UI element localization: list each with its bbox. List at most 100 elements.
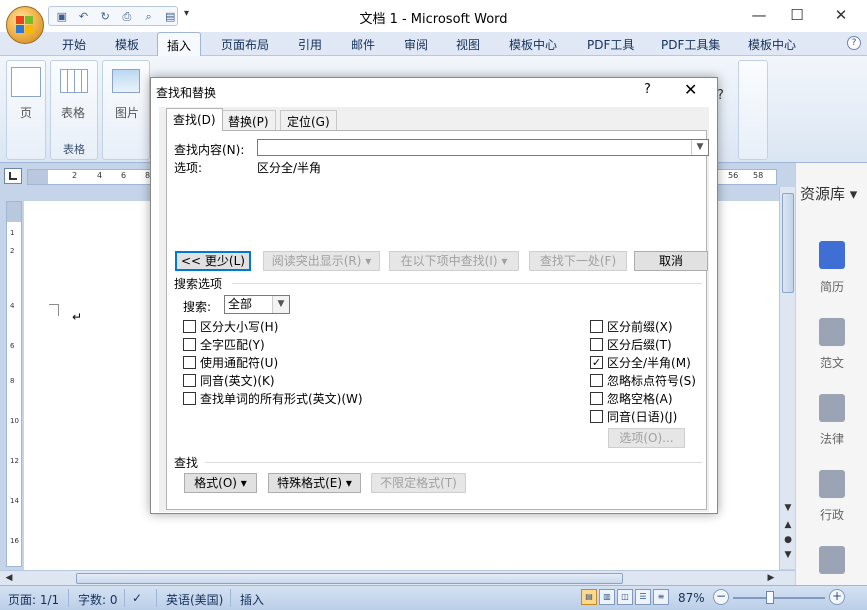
ruler-number: 1 xyxy=(10,229,15,237)
status-page[interactable]: 页面: 1/1 xyxy=(8,591,59,608)
tab-goto[interactable]: 定位(G) xyxy=(280,110,337,130)
tab-mailings[interactable]: 邮件 xyxy=(351,36,375,53)
less-button[interactable]: << 更少(L) xyxy=(175,251,251,271)
tab-selector[interactable] xyxy=(4,168,22,184)
find-what-field[interactable]: ▼ xyxy=(257,139,709,156)
resource-item-sample[interactable]: 范文 xyxy=(796,354,867,371)
law-icon[interactable] xyxy=(819,394,845,422)
document-icon[interactable] xyxy=(819,546,845,574)
find-next-button[interactable]: 查找下一处(F) xyxy=(529,251,627,271)
ribbon-tabs: 开始 模板 插入 页面布局 引用 邮件 审阅 视图 模板中心 PDF工具 PDF… xyxy=(0,32,867,57)
zoom-level[interactable]: 87% xyxy=(678,591,705,605)
resource-item-resume[interactable]: 简历 xyxy=(796,278,867,295)
help-icon[interactable]: ? xyxy=(847,36,861,50)
minimize-button[interactable]: — xyxy=(744,5,774,25)
resource-panel-title[interactable]: 资源库 ▾ xyxy=(800,183,857,204)
draft-view-icon[interactable]: ≡ xyxy=(653,589,669,605)
tab-template[interactable]: 模板 xyxy=(115,36,139,53)
tab-page-layout[interactable]: 页面布局 xyxy=(221,36,269,53)
tab-home[interactable]: 开始 xyxy=(62,36,86,53)
horizontal-scroll-thumb[interactable] xyxy=(76,573,623,584)
ruler-number: 58 xyxy=(753,171,764,180)
zoom-in-icon[interactable]: + xyxy=(829,589,845,605)
find-in-button[interactable]: 在以下项中查找(I) ▾ xyxy=(389,251,519,271)
tab-pdf-toolset[interactable]: PDF工具集 xyxy=(661,36,720,53)
find-what-input[interactable] xyxy=(258,140,688,155)
picture-icon[interactable] xyxy=(112,69,140,93)
outline-view-icon[interactable]: ☰ xyxy=(635,589,651,605)
match-case-checkbox[interactable]: 区分大小写(H) xyxy=(183,318,278,334)
office-button[interactable] xyxy=(6,6,44,44)
tab-review[interactable]: 审阅 xyxy=(404,36,428,53)
options-button[interactable]: 选项(O)... xyxy=(608,428,685,448)
table-button-label[interactable]: 表格 xyxy=(61,104,85,121)
status-language[interactable]: 英语(美国) xyxy=(166,591,223,608)
full-screen-reading-icon[interactable]: ▥ xyxy=(599,589,615,605)
special-format-button[interactable]: 特殊格式(E) ▾ xyxy=(268,473,361,493)
browse-object-icon[interactable]: ● xyxy=(780,535,796,545)
sample-icon[interactable] xyxy=(819,318,845,346)
find-replace-dialog: 查找和替换 ? ✕ 查找(D) 替换(P) 定位(G) 查找内容(N): ▼ 选… xyxy=(150,77,718,514)
tab-find[interactable]: 查找(D) xyxy=(166,108,223,131)
tab-view[interactable]: 视图 xyxy=(456,36,480,53)
cover-page-icon[interactable] xyxy=(11,67,41,97)
resource-item-admin[interactable]: 行政 xyxy=(796,506,867,523)
all-word-forms-checkbox[interactable]: 查找单词的所有形式(英文)(W) xyxy=(183,390,363,406)
search-direction-select[interactable]: 全部 ▼ xyxy=(224,295,290,314)
scroll-right-icon[interactable]: ▶ xyxy=(764,571,778,586)
tab-insert[interactable]: 插入 xyxy=(157,32,202,57)
ruler-number: 14 xyxy=(10,497,19,505)
reading-highlight-button[interactable]: 阅读突出显示(R) ▾ xyxy=(263,251,380,271)
title-bar: ▣ ↶ ↻ ⎙ ⌕ ▤ ▾ 文档 1 - Microsoft Word — ☐ … xyxy=(0,0,867,32)
cancel-button[interactable]: 取消 xyxy=(634,251,708,271)
close-button[interactable]: ✕ xyxy=(826,5,856,25)
print-layout-view-icon[interactable]: ▤ xyxy=(581,589,597,605)
ignore-spaces-checkbox[interactable]: 忽略空格(A) xyxy=(590,390,673,406)
scroll-left-icon[interactable]: ◀ xyxy=(2,571,16,586)
wildcards-checkbox[interactable]: 使用通配符(U) xyxy=(183,354,278,370)
find-history-dropdown-icon[interactable]: ▼ xyxy=(691,140,708,155)
horizontal-scrollbar[interactable]: ◀ ▶ xyxy=(0,570,795,585)
format-button[interactable]: 格式(O) ▾ xyxy=(184,473,257,493)
zoom-slider[interactable] xyxy=(733,597,825,599)
admin-icon[interactable] xyxy=(819,470,845,498)
dialog-help-button[interactable]: ? xyxy=(644,82,651,97)
match-width-checkbox[interactable]: ✓ 区分全/半角(M) xyxy=(590,354,691,370)
prev-page-icon[interactable]: ▲ xyxy=(780,520,796,530)
ruler-number: 12 xyxy=(10,457,19,465)
sounds-like-checkbox[interactable]: 同音(英文)(K) xyxy=(183,372,275,388)
picture-button-label[interactable]: 图片 xyxy=(115,104,139,121)
tab-template-center-2[interactable]: 模板中心 xyxy=(748,36,796,53)
whole-word-checkbox[interactable]: 全字匹配(Y) xyxy=(183,336,265,352)
vertical-ruler[interactable]: 1 2 4 6 8 10 12 14 16 xyxy=(6,201,22,567)
resume-icon[interactable] xyxy=(819,241,845,269)
tab-template-center[interactable]: 模板中心 xyxy=(509,36,557,53)
vertical-scrollbar[interactable]: ▼ ▲ ● ▼ xyxy=(779,187,795,569)
resource-item-law[interactable]: 法律 xyxy=(796,430,867,447)
table-icon[interactable] xyxy=(60,69,88,93)
pages-button-label[interactable]: 页 xyxy=(20,104,32,121)
zoom-out-icon[interactable]: − xyxy=(713,589,729,605)
sounds-like-japanese-checkbox[interactable]: 同音(日语)(J) xyxy=(590,408,677,424)
options-value: 区分全/半角 xyxy=(257,161,322,175)
dialog-close-button[interactable]: ✕ xyxy=(684,80,697,99)
match-prefix-checkbox[interactable]: 区分前缀(X) xyxy=(590,318,673,334)
scroll-down-icon[interactable]: ▼ xyxy=(780,503,796,513)
options-label: 选项: xyxy=(174,161,203,175)
status-word-count[interactable]: 字数: 0 xyxy=(78,591,118,608)
maximize-button[interactable]: ☐ xyxy=(782,5,812,25)
proofing-icon[interactable]: ✓ xyxy=(132,591,142,605)
status-insert-mode[interactable]: 插入 xyxy=(240,591,264,608)
tab-pdf-tools[interactable]: PDF工具 xyxy=(587,36,634,53)
tab-references[interactable]: 引用 xyxy=(298,36,322,53)
next-page-icon[interactable]: ▼ xyxy=(780,550,796,560)
ignore-punctuation-checkbox[interactable]: 忽略标点符号(S) xyxy=(590,372,696,388)
tab-replace[interactable]: 替换(P) xyxy=(221,110,276,130)
no-formatting-button[interactable]: 不限定格式(T) xyxy=(371,473,466,493)
zoom-slider-thumb[interactable] xyxy=(766,591,774,604)
match-suffix-checkbox[interactable]: 区分后缀(T) xyxy=(590,336,672,352)
web-layout-icon[interactable]: ◫ xyxy=(617,589,633,605)
vertical-scroll-thumb[interactable] xyxy=(782,193,794,293)
ruler-number: 4 xyxy=(10,302,15,310)
ruler-number: 4 xyxy=(97,171,103,180)
